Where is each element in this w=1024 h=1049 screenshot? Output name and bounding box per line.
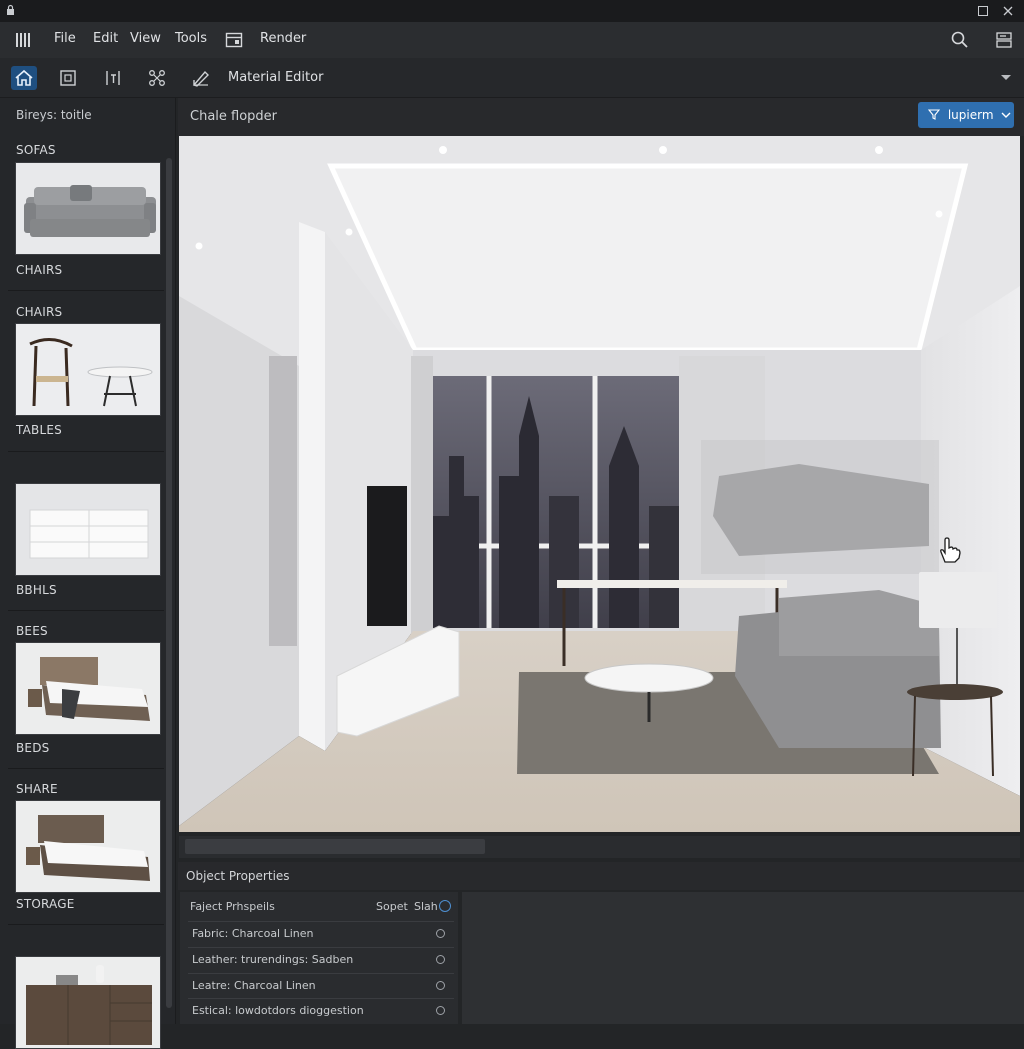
viewport-horizontal-scrollbar[interactable] — [179, 836, 1020, 858]
divider — [8, 290, 164, 291]
room-render — [179, 136, 1020, 832]
title-bar — [0, 0, 1024, 22]
vertical-bars-icon[interactable] — [14, 30, 34, 50]
divider — [8, 924, 164, 925]
pen-icon — [192, 70, 209, 87]
search-icon[interactable] — [950, 30, 970, 50]
menu-bar: File Edit View Tools Render — [0, 22, 1024, 58]
property-row[interactable]: Estical: lowdotdors dioggestion — [188, 998, 454, 1022]
properties-column-header: Faject Prhspeils Sopet Slah — [180, 892, 458, 920]
viewport-header: Chale flopder lupierm — [178, 98, 1024, 136]
viewport-title: Chale flopder — [190, 109, 278, 124]
property-label: Estical: lowdotdors dioggestion — [192, 1004, 364, 1017]
divider — [8, 610, 164, 611]
asset-thumbnail-bed[interactable] — [15, 642, 161, 735]
layers-tool-button[interactable] — [55, 66, 81, 90]
sidebar-scrollbar[interactable] — [166, 158, 172, 1008]
frame-icon — [60, 70, 76, 86]
close-icon[interactable] — [1000, 3, 1016, 19]
menu-file[interactable]: File — [54, 31, 76, 46]
render-frame-icon[interactable] — [224, 30, 244, 50]
home-icon — [15, 69, 33, 86]
column-slah[interactable]: Slah — [414, 900, 438, 913]
home-tool-button[interactable] — [11, 66, 37, 90]
menu-render[interactable]: Render — [260, 31, 306, 46]
object-properties-panel: Faject Prhspeils Sopet Slah Fabric: Char… — [180, 892, 458, 1024]
divider — [8, 451, 164, 452]
category-heading: SHARE — [16, 782, 58, 796]
column-properties: Faject Prhspeils — [190, 900, 275, 913]
transform-tool-button[interactable] — [144, 66, 170, 90]
sidebar-title: Bireys: toitle — [16, 108, 92, 122]
asset-thumbnail-chair[interactable] — [15, 323, 161, 416]
radio-icon[interactable] — [436, 929, 445, 938]
asset-thumbnail-bed-2[interactable] — [15, 800, 161, 893]
radio-icon[interactable] — [436, 981, 445, 990]
chevron-down-icon[interactable] — [1000, 74, 1012, 82]
category-footer: BEDS — [16, 741, 50, 755]
menu-tools[interactable]: Tools — [175, 31, 207, 46]
toolbar: Material Editor — [0, 58, 1024, 98]
lock-icon — [7, 4, 14, 15]
category-footer: CHAIRS — [16, 263, 63, 277]
bracket-text-icon — [106, 71, 120, 85]
category-footer: BBHLS — [16, 583, 57, 597]
scrollbar-thumb[interactable] — [185, 839, 485, 854]
menu-view[interactable]: View — [130, 31, 161, 46]
category-heading: BEES — [16, 624, 48, 638]
radio-icon[interactable] — [436, 1006, 445, 1015]
column-sopet[interactable]: Sopet — [376, 900, 408, 913]
properties-detail-area — [462, 892, 1024, 1024]
category-heading: SOFAS — [16, 143, 56, 157]
object-properties-title: Object Properties — [186, 869, 290, 883]
asset-thumbnail-cabinet[interactable] — [15, 956, 161, 1049]
category-heading: CHAIRS — [16, 305, 63, 319]
property-row[interactable]: Fabric: Charcoal Linen — [188, 921, 454, 945]
render-mode-dropdown[interactable]: lupierm — [918, 102, 1014, 128]
category-footer: STORAGE — [16, 897, 75, 911]
category-footer: TABLES — [16, 423, 62, 437]
object-properties-header: Object Properties — [178, 862, 1024, 890]
chevron-down-icon — [1001, 112, 1011, 118]
column-radio-icon[interactable] — [439, 900, 451, 912]
measure-tool-button[interactable] — [188, 66, 214, 90]
property-label: Leather: trurendings: Sadben — [192, 953, 354, 966]
radio-icon[interactable] — [436, 955, 445, 964]
property-label: Fabric: Charcoal Linen — [192, 927, 314, 940]
maximize-icon[interactable] — [975, 3, 991, 19]
material-editor-label[interactable]: Material Editor — [228, 70, 323, 85]
property-label: Leatre: Charcoal Linen — [192, 979, 316, 992]
menu-edit[interactable]: Edit — [93, 31, 118, 46]
asset-library-sidebar: Bireys: toitle SOFAS CHAIRS CHAIRS TABLE… — [0, 98, 176, 1049]
property-row[interactable]: Leather: trurendings: Sadben — [188, 947, 454, 971]
nodes-icon — [149, 70, 165, 86]
filter-icon — [927, 109, 941, 120]
3d-viewport[interactable] — [179, 136, 1020, 832]
text-tool-button[interactable] — [100, 66, 126, 90]
divider — [8, 768, 164, 769]
hand-cursor-icon — [940, 537, 961, 563]
panel-settings-icon[interactable] — [994, 30, 1014, 50]
property-row[interactable]: Leatre: Charcoal Linen — [188, 973, 454, 997]
asset-thumbnail-dresser[interactable] — [15, 483, 161, 576]
render-mode-label: lupierm — [947, 108, 994, 122]
asset-thumbnail-sofa[interactable] — [15, 162, 161, 255]
